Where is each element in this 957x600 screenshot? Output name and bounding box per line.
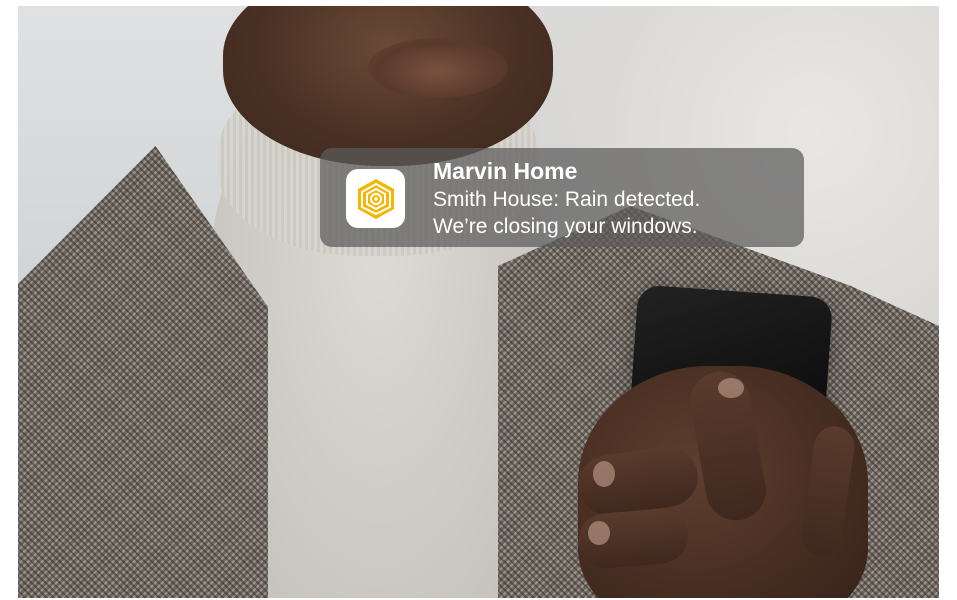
thumbnail — [718, 378, 744, 398]
marvin-logo-svg — [357, 178, 394, 219]
notification-message-line-2: We’re closing your windows. — [433, 215, 698, 238]
push-notification[interactable]: Marvin Home Smith House: Rain detected. … — [320, 148, 804, 247]
notification-message-line-1: Smith House: Rain detected. — [433, 188, 701, 211]
fingernail — [593, 461, 615, 487]
lips — [368, 38, 508, 98]
photo-frame — [18, 6, 939, 598]
notification-app-name: Marvin Home — [433, 158, 578, 184]
fingernail — [588, 521, 610, 545]
marvin-rose-logo-icon — [346, 169, 405, 228]
photo-background — [18, 6, 939, 598]
